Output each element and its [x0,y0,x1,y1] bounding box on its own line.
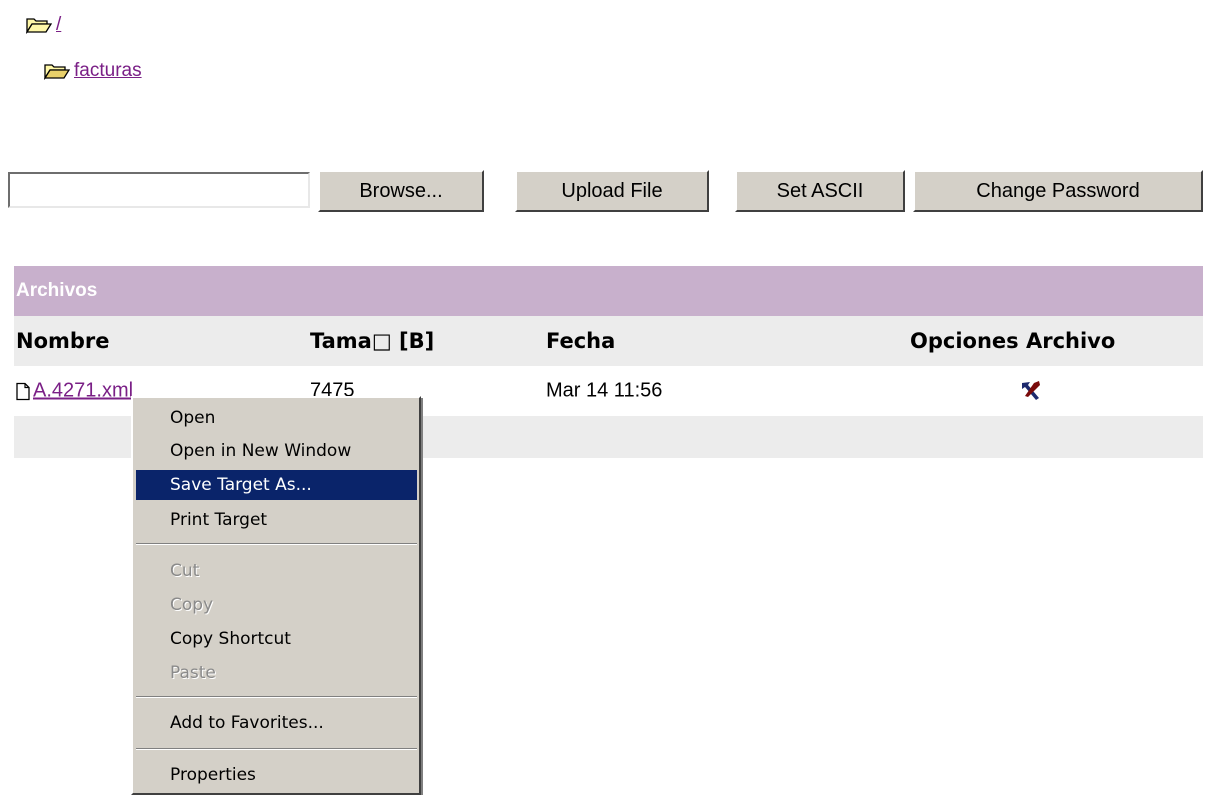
header-size: Tama□ [B] [310,329,435,353]
menu-item-save-target-as[interactable]: Save Target As... [136,470,417,500]
menu-separator [136,696,417,698]
menu-item-copy[interactable]: Copy [136,590,417,620]
header-date: Fecha [546,329,616,353]
file-icon [16,382,30,400]
table-header-row: Nombre Tama□ [B] Fecha Opciones Archivo [14,316,1203,366]
header-options: Opciones Archivo [910,329,1116,353]
set-ascii-button[interactable]: Set ASCII [735,170,905,212]
menu-item-add-favorites[interactable]: Add to Favorites... [136,708,417,738]
upload-file-button[interactable]: Upload File [515,170,709,212]
tools-icon[interactable] [1019,379,1043,401]
menu-item-open[interactable]: Open [136,403,417,433]
tree-subfolder: facturas [44,60,142,82]
header-name: Nombre [16,329,110,353]
file-path-input[interactable] [8,172,310,208]
browse-button[interactable]: Browse... [318,170,484,212]
menu-item-copy-shortcut[interactable]: Copy Shortcut [136,624,417,654]
tree-root: / [26,14,61,36]
menu-item-paste[interactable]: Paste [136,658,417,688]
file-date: Mar 14 11:56 [546,379,663,402]
change-password-button[interactable]: Change Password [913,170,1203,212]
file-name-link[interactable]: A.4271.xml [33,380,133,402]
open-folder-icon [44,64,70,80]
files-section-header: Archivos [14,266,1203,316]
context-menu: Open Open in New Window Save Target As..… [131,396,421,795]
tree-subfolder-link[interactable]: facturas [74,60,142,82]
file-name-cell: A.4271.xml [16,380,133,403]
menu-item-properties[interactable]: Properties [136,760,417,790]
open-folder-icon [26,18,52,34]
menu-item-open-new-window[interactable]: Open in New Window [136,436,417,466]
menu-separator [136,543,417,545]
menu-item-cut[interactable]: Cut [136,556,417,586]
tree-root-link[interactable]: / [56,14,61,36]
menu-item-print-target[interactable]: Print Target [136,505,417,535]
menu-separator [136,748,417,750]
section-title: Archivos [16,280,98,301]
